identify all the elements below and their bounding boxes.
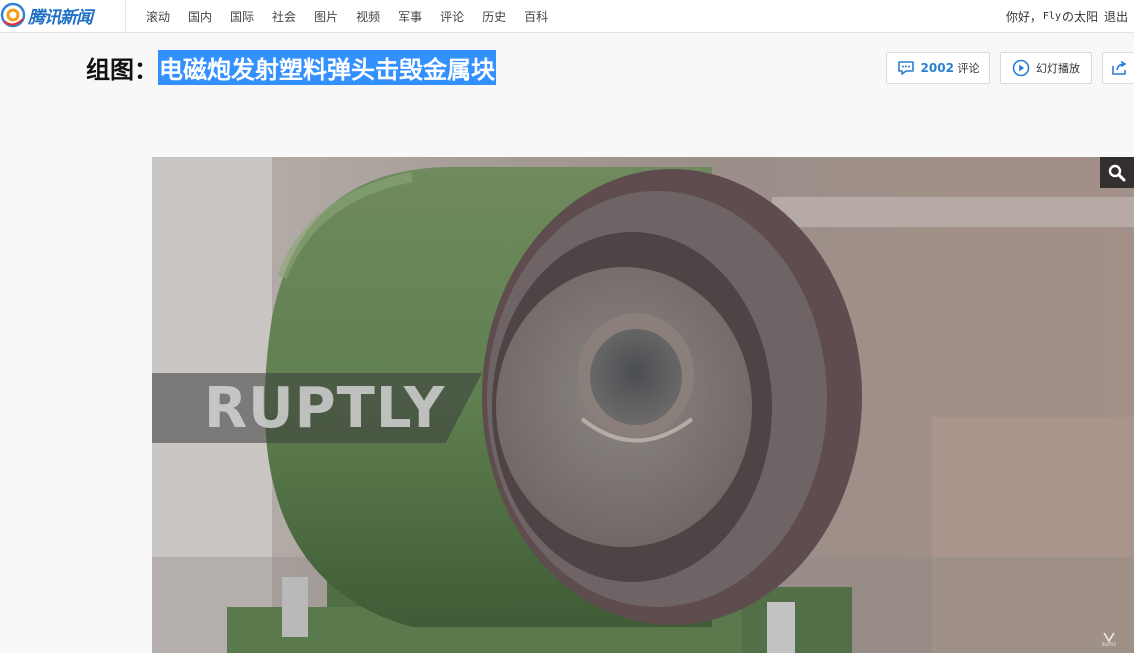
- greeting-text: 你好，: [1005, 10, 1042, 24]
- nav-item-rolling[interactable]: 滚动: [146, 8, 170, 25]
- nav-divider: [125, 0, 126, 33]
- slideshow-button[interactable]: 幻灯播放: [1000, 52, 1092, 84]
- comment-button[interactable]: 2002 评论: [886, 52, 990, 84]
- site-logo[interactable]: 腾讯新闻: [0, 2, 93, 28]
- username-suffix[interactable]: の太阳: [1062, 8, 1098, 25]
- ruptly-corner-logo: RUPTLY: [1100, 629, 1118, 647]
- share-button[interactable]: [1102, 52, 1134, 84]
- user-area: 你好， Fly の太阳 退出: [1006, 0, 1128, 33]
- logout-link[interactable]: 退出: [1104, 8, 1128, 25]
- nav-item-video[interactable]: 视频: [356, 8, 380, 25]
- corner-mark-text: RUPTLY: [1101, 642, 1117, 647]
- nav-item-pictures[interactable]: 图片: [314, 8, 338, 25]
- logo-text: 腾讯新闻: [28, 7, 93, 28]
- play-icon: [1012, 59, 1030, 77]
- search-icon: [1108, 164, 1126, 181]
- nav-item-history[interactable]: 历史: [482, 8, 506, 25]
- main-nav: 滚动 国内 国际 社会 图片 视频 军事 评论 历史 百科: [146, 0, 566, 33]
- ruptly-corner-mark-icon: [1103, 632, 1115, 642]
- article-photo[interactable]: RUPTLY RUPTLY: [152, 157, 1134, 653]
- top-bar: 腾讯新闻 滚动 国内 国际 社会 图片 视频 军事 评论 历史 百科 你好， F…: [0, 0, 1134, 33]
- slideshow-label: 幻灯播放: [1036, 62, 1080, 75]
- comment-count: 2002: [920, 61, 954, 75]
- nav-item-domestic[interactable]: 国内: [188, 8, 212, 25]
- nav-item-military[interactable]: 军事: [398, 8, 422, 25]
- title-prefix: 组图：: [86, 55, 158, 84]
- qq-news-logo-icon: [0, 2, 26, 28]
- share-icon: [1111, 60, 1127, 75]
- comment-icon: [897, 61, 914, 75]
- comment-label: 评论: [957, 62, 980, 75]
- nav-item-encyclopedia[interactable]: 百科: [524, 8, 548, 25]
- username-link[interactable]: Fly: [1043, 11, 1061, 22]
- title-main-selected[interactable]: 电磁炮发射塑料弹头击毁金属块: [158, 49, 496, 85]
- nav-item-international[interactable]: 国际: [230, 8, 254, 25]
- nav-item-society[interactable]: 社会: [272, 8, 296, 25]
- zoom-button[interactable]: [1100, 157, 1134, 188]
- page-title: 组图： 电磁炮发射塑料弹头击毁金属块: [86, 49, 496, 85]
- nav-item-commentary[interactable]: 评论: [440, 8, 464, 25]
- ruptly-watermark: RUPTLY: [152, 373, 482, 443]
